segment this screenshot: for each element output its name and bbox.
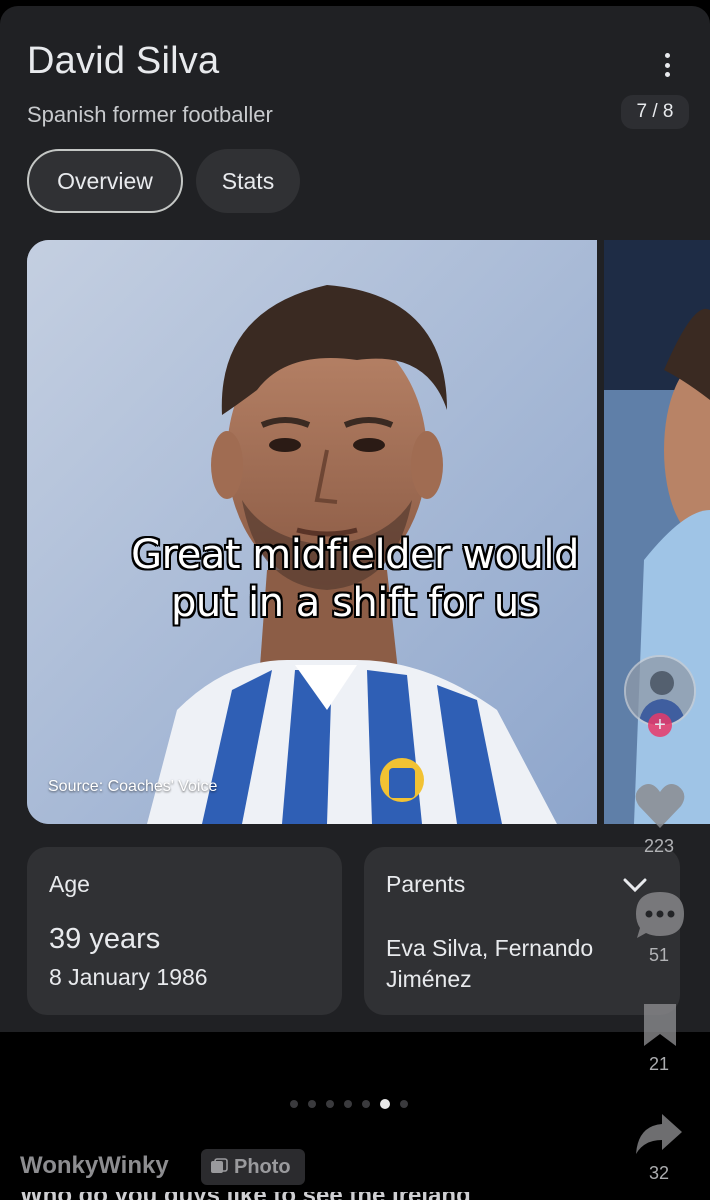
comment-icon[interactable] xyxy=(634,890,686,940)
more-vert-icon[interactable] xyxy=(656,50,678,80)
carousel-dot-active[interactable] xyxy=(380,1099,390,1109)
saves-count: 21 xyxy=(648,1054,670,1074)
parents-card[interactable]: Parents Eva Silva, Fernando Jiménez xyxy=(364,847,680,1015)
tab-stats[interactable]: Stats xyxy=(196,149,300,213)
page-subtitle: Spanish former footballer xyxy=(27,102,273,127)
carousel-dot[interactable] xyxy=(362,1100,370,1108)
caption-line-2: put in a shift for us xyxy=(170,580,540,626)
age-card: Age 39 years 8 January 1986 xyxy=(27,847,342,1015)
photo-badge-label: Photo xyxy=(234,1155,291,1178)
follow-plus-icon[interactable]: + xyxy=(648,713,672,737)
page-title: David Silva xyxy=(27,40,220,82)
image-counter: 7 / 8 xyxy=(621,95,689,129)
carousel-dot[interactable] xyxy=(326,1100,334,1108)
likes-count: 223 xyxy=(643,836,675,856)
image-source: Source: Coaches' Voice xyxy=(48,778,218,795)
shares-count: 32 xyxy=(648,1163,670,1183)
caption-line-1: Great midfielder would xyxy=(131,532,579,578)
carousel-dot[interactable] xyxy=(308,1100,316,1108)
share-icon[interactable] xyxy=(634,1112,684,1158)
parents-label: Parents xyxy=(386,871,466,897)
heart-icon[interactable] xyxy=(634,782,686,830)
photo-badge: Photo xyxy=(201,1149,305,1185)
comments-count: 51 xyxy=(648,945,670,965)
bookmark-icon[interactable] xyxy=(640,1002,680,1048)
knowledge-panel: David Silva Spanish former footballer 7 … xyxy=(0,6,710,1032)
post-description[interactable]: Who do you guys like to see the Ireland xyxy=(20,1192,520,1200)
age-label: Age xyxy=(49,871,90,897)
video-caption: Great midfielder would put in a shift fo… xyxy=(60,531,650,627)
tab-overview[interactable]: Overview xyxy=(27,149,183,213)
photo-badge-icon xyxy=(211,1158,228,1173)
carousel-dot[interactable] xyxy=(344,1100,352,1108)
carousel-dot[interactable] xyxy=(290,1100,298,1108)
parents-value: Eva Silva, Fernando Jiménez xyxy=(386,935,594,992)
birth-date: 8 January 1986 xyxy=(49,964,208,990)
carousel-dot[interactable] xyxy=(400,1100,408,1108)
author-name[interactable]: WonkyWinky xyxy=(20,1152,169,1180)
age-value: 39 years xyxy=(49,923,161,955)
carousel-dots[interactable] xyxy=(290,1099,408,1109)
